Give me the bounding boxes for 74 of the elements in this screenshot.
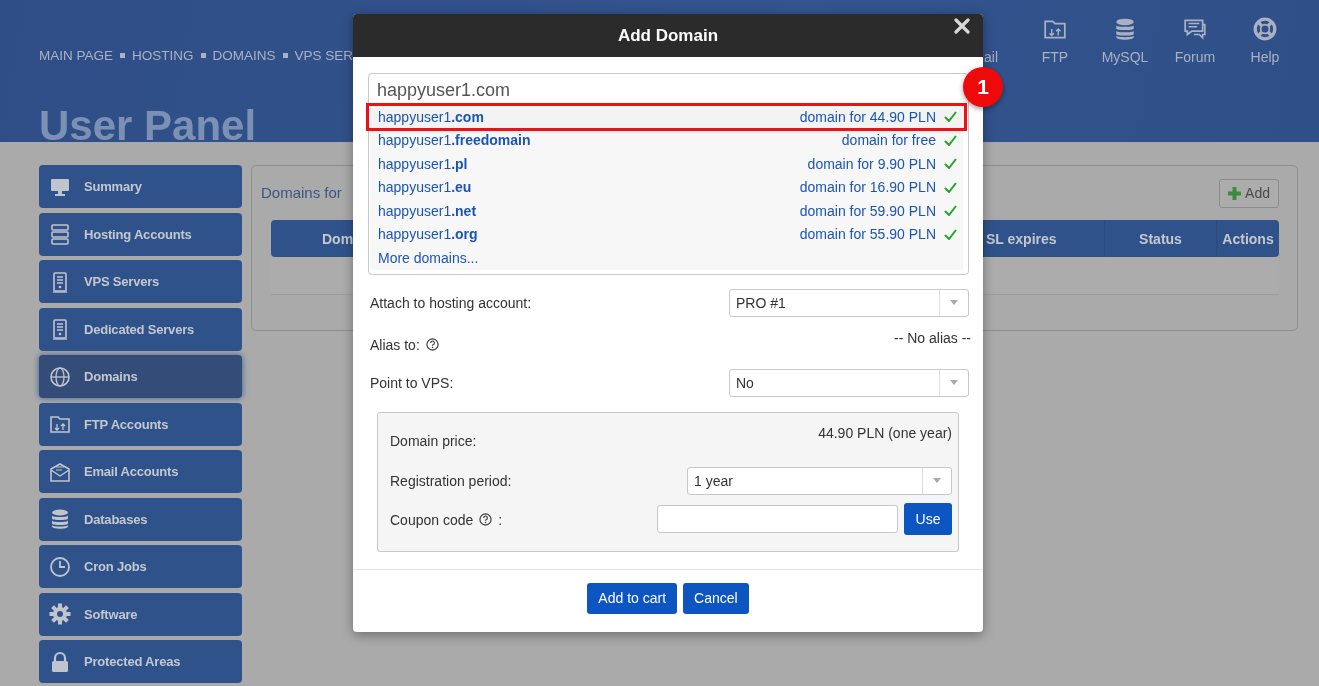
- field-value: -- No alias --: [894, 329, 971, 346]
- globe-icon: [49, 365, 71, 388]
- caret-icon: [933, 478, 941, 483]
- field-label: Registration period:: [390, 472, 512, 489]
- clock-icon: [49, 555, 71, 578]
- chat-icon: [1183, 17, 1207, 41]
- column-header: Actions: [1222, 230, 1274, 247]
- nav-separator: [282, 53, 288, 58]
- domain-suggestion[interactable]: happyuser1.org domain for 55.90 PLN: [370, 222, 963, 246]
- nav-link[interactable]: DOMAINS: [212, 48, 276, 63]
- sidebar-item[interactable]: Summary: [39, 165, 242, 208]
- field-label: Alias to:: [370, 336, 420, 353]
- domain-suggestion[interactable]: happyuser1.eu domain for 16.90 PLN: [370, 175, 963, 199]
- nav-link[interactable]: MAIN PAGE: [39, 48, 113, 63]
- dropdown[interactable]: 1 year: [687, 466, 952, 495]
- database-icon: [49, 508, 71, 530]
- folder-icon: [49, 413, 71, 435]
- domain-suggestion[interactable]: happyuser1.freedomain domain for free: [370, 128, 963, 152]
- close-icon[interactable]: [954, 18, 970, 34]
- shortcut-link[interactable]: ail: [984, 49, 998, 65]
- sidebar-item[interactable]: Dedicated Servers: [39, 307, 242, 351]
- field-label: Coupon code: [390, 511, 474, 528]
- lifebuoy-icon: [1253, 17, 1277, 41]
- dropdown[interactable]: PRO #1: [729, 288, 969, 317]
- shortcut-link[interactable]: FTP: [1041, 49, 1069, 65]
- lock-icon: [49, 650, 71, 673]
- sidebar-item[interactable]: FTP Accounts: [39, 402, 242, 446]
- nav-separator: [200, 53, 206, 58]
- dialog-button[interactable]: Add to cart: [587, 582, 678, 614]
- caret-icon: [950, 300, 958, 305]
- plus-icon: [1228, 186, 1242, 200]
- nav-separator: [120, 53, 125, 58]
- gear-icon: [49, 603, 71, 625]
- envelope-icon: [49, 460, 71, 483]
- nav-link[interactable]: VPS SER: [294, 48, 354, 63]
- dropdown[interactable]: No: [729, 368, 969, 397]
- column-header: Status: [1139, 230, 1182, 247]
- sidebar-item[interactable]: Software: [39, 592, 242, 636]
- field-label: Point to VPS:: [370, 374, 454, 391]
- column-header: SL expires: [986, 230, 1057, 247]
- sidebar-item[interactable]: Cron Jobs: [39, 545, 242, 588]
- help-icon[interactable]: [425, 338, 439, 351]
- server-stack-icon: [49, 223, 71, 245]
- dialog-title: Add Domain: [617, 25, 719, 46]
- shortcut-link[interactable]: Help: [1250, 49, 1280, 65]
- field-label: Domain price:: [390, 432, 477, 449]
- caret-icon: [950, 380, 958, 385]
- domain-search-field[interactable]: happyuser1.com happyuser1.com domain for 44.90 PLN happyuser1.freedomain domain for free happyuser1.pl domain for 9.90 PLN happyuser1.eu domain for 16.90 PLN happyuser1.net domain for 59.90 PLN happyuser1.org domain for 55.90 PLN More domains...: [368, 73, 969, 275]
- panel-heading: Domains for: [261, 184, 342, 201]
- column-header: Dom: [322, 230, 354, 247]
- domain-suggestion[interactable]: happyuser1.com domain for 44.90 PLN: [368, 105, 965, 129]
- field-value: 44.90 PLN (one year): [818, 424, 952, 441]
- sidebar-item[interactable]: VPS Servers: [39, 260, 242, 303]
- database-icon: [1113, 17, 1137, 41]
- more-domains-link[interactable]: More domains...: [370, 246, 963, 270]
- label-colon: :: [498, 511, 503, 528]
- sidebar-item[interactable]: Protected Areas: [39, 640, 242, 683]
- use-button[interactable]: Use: [904, 502, 952, 535]
- shortcut-link[interactable]: Forum: [1174, 49, 1216, 65]
- add-button[interactable]: Add: [1219, 178, 1279, 208]
- domain-suggestion[interactable]: happyuser1.pl domain for 9.90 PLN: [370, 152, 963, 176]
- page-title: User Panel: [39, 105, 257, 147]
- dialog-button[interactable]: Cancel: [683, 582, 749, 614]
- help-icon[interactable]: [479, 513, 493, 526]
- sidebar-item[interactable]: Databases: [39, 497, 242, 541]
- coupon-field[interactable]: [657, 504, 898, 533]
- sidebar-item[interactable]: Email Accounts: [39, 450, 242, 493]
- folder-icon: [1043, 17, 1067, 41]
- shortcut-link[interactable]: MySQL: [1101, 49, 1149, 65]
- nav-link[interactable]: HOSTING: [132, 48, 194, 63]
- field-label: Attach to hosting account:: [370, 294, 532, 311]
- sidebar-item[interactable]: Domains: [39, 355, 242, 398]
- sidebar-item[interactable]: Hosting Accounts: [39, 212, 242, 256]
- domain-suggestion[interactable]: happyuser1.net domain for 59.90 PLN: [370, 199, 963, 223]
